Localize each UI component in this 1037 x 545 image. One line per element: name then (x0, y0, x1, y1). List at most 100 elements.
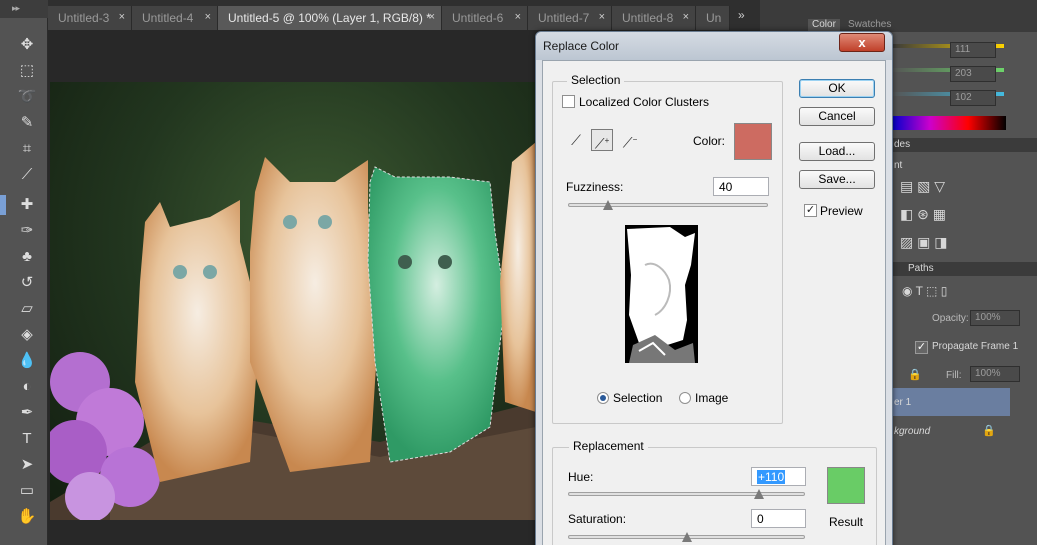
opacity-value[interactable]: 100% (970, 310, 1020, 326)
kittens-image (50, 142, 536, 520)
green-value[interactable]: 203 (950, 66, 996, 82)
tab-label: Untitled-7 (538, 11, 590, 25)
close-icon[interactable]: × (515, 11, 521, 23)
tab-label: Untitled-6 (452, 11, 504, 25)
move-tool-icon[interactable]: ✥ (14, 34, 40, 56)
image-view-radio[interactable] (679, 392, 691, 404)
lock-icon[interactable]: 🔒 (908, 368, 922, 381)
color-spectrum[interactable] (892, 116, 1006, 130)
tab-label: Untitled-8 (622, 11, 674, 25)
blue-value[interactable]: 102 (950, 90, 996, 106)
image-view-label: Image (695, 391, 729, 405)
selection-color-swatch[interactable] (734, 123, 772, 160)
fill-value[interactable]: 100% (970, 366, 1020, 382)
kittens-photo[interactable] (50, 82, 536, 520)
tab-paths[interactable]: Paths (908, 263, 934, 274)
crop-tool-icon[interactable]: ⌗ (14, 138, 40, 160)
fill-label: Fill: (946, 370, 962, 381)
marquee-tool-icon[interactable]: ⬚ (14, 60, 40, 82)
pen-tool-icon[interactable]: ✒ (14, 402, 40, 424)
replace-color-dialog: Replace Color x Selection Localized Colo… (535, 31, 893, 545)
close-icon[interactable]: × (205, 11, 211, 23)
brush-tool-icon[interactable]: ✑ (14, 220, 40, 242)
close-icon[interactable]: × (599, 11, 605, 23)
hue-slider-thumb[interactable] (754, 489, 765, 499)
blur-tool-icon[interactable]: 💧 (14, 350, 40, 372)
hue-input[interactable]: +110 (751, 467, 806, 486)
save-button[interactable]: Save... (799, 170, 875, 189)
red-value[interactable]: 111 (950, 42, 996, 58)
tab-untitled-7[interactable]: Untitled-7 × (528, 6, 612, 30)
fuzziness-slider-thumb[interactable] (603, 200, 613, 210)
selection-view-radio[interactable] (597, 392, 609, 404)
tools-panel: ▸▸ ✥ ⬚ ➰ ✎ ⌗ ⟋ ✚ ✑ ♣ ↺ ▱ ◈ 💧 ◐ ✒ T ➤ ▭ ✋ (0, 0, 48, 545)
load-button[interactable]: Load... (799, 142, 875, 161)
eraser-tool-icon[interactable]: ▱ (14, 298, 40, 320)
adjustment-icons-row2[interactable]: ◧ ⊛ ▦ (900, 206, 946, 223)
path-selection-tool-icon[interactable]: ➤ (14, 454, 40, 476)
adjustments-header (892, 138, 1037, 152)
lasso-tool-icon[interactable]: ➰ (14, 86, 40, 108)
tool-edge-marker (0, 195, 6, 215)
localized-color-clusters-checkbox[interactable] (562, 95, 575, 108)
color-label: Color: (693, 134, 726, 148)
history-brush-tool-icon[interactable]: ↺ (14, 272, 40, 294)
hue-label: Hue: (568, 470, 594, 484)
clone-stamp-tool-icon[interactable]: ♣ (14, 246, 40, 268)
quick-selection-tool-icon[interactable]: ✎ (14, 112, 40, 134)
selection-view-label: Selection (613, 391, 663, 405)
layer-filter-icons[interactable]: ◉ T ⬚ ▯ (902, 284, 947, 298)
saturation-slider-thumb[interactable] (681, 532, 692, 542)
dialog-titlebar[interactable]: Replace Color x (536, 32, 892, 60)
mask-image (625, 225, 698, 363)
tab-untitled-6[interactable]: Untitled-6 × (442, 6, 528, 30)
eyedropper-icon[interactable]: ⟋ (565, 129, 587, 151)
paint-bucket-tool-icon[interactable]: ◈ (14, 324, 40, 346)
hand-tool-icon[interactable]: ✋ (14, 506, 40, 528)
adjustment-icons-row3[interactable]: ▨ ▣ ◨ (900, 234, 947, 251)
close-icon[interactable]: × (119, 11, 125, 23)
fuzziness-input[interactable]: 40 (713, 177, 769, 196)
replacement-legend: Replacement (569, 439, 648, 453)
cancel-button[interactable]: Cancel (799, 107, 875, 126)
eyedropper-minus-icon[interactable]: ⟋− (619, 129, 641, 151)
close-icon[interactable]: × (429, 11, 435, 23)
preview-checkbox[interactable]: ✓ (804, 204, 817, 217)
color-panel-tabs (760, 18, 1037, 32)
tab-overflow-icon[interactable]: » (738, 8, 745, 22)
fuzziness-label: Fuzziness: (566, 180, 624, 194)
close-button[interactable]: x (839, 33, 885, 52)
spot-healing-tool-icon[interactable]: ✚ (14, 194, 40, 216)
eyedropper-plus-icon[interactable]: ⟋+ (591, 129, 613, 152)
tab-untitled-8[interactable]: Untitled-8 × (612, 6, 696, 30)
fuzziness-slider[interactable] (568, 203, 768, 207)
eyedropper-tool-icon[interactable]: ⟋ (14, 164, 40, 186)
adjustments-tab-partial[interactable]: des (894, 139, 910, 150)
dodge-tool-icon[interactable]: ◐ (14, 376, 40, 398)
adjustments-title-partial: nt (894, 160, 903, 171)
tab-untitled-4[interactable]: Untitled-4 × (132, 6, 218, 30)
result-color-swatch[interactable] (827, 467, 865, 504)
tab-untitled-5[interactable]: Untitled-5 @ 100% (Layer 1, RGB/8) * × (218, 6, 442, 30)
propagate-label: Propagate Frame 1 (932, 341, 1019, 352)
preview-label: Preview (820, 204, 863, 218)
tab-swatches[interactable]: Swatches (848, 19, 891, 30)
tab-label: Untitled-3 (58, 11, 110, 25)
hue-input-value: +110 (757, 470, 786, 484)
hue-slider[interactable] (568, 492, 805, 496)
localized-color-clusters-label: Localized Color Clusters (579, 95, 710, 109)
panel-dock-header (760, 0, 1037, 18)
tab-untitled-3[interactable]: Untitled-3 × (48, 6, 132, 30)
propagate-checkbox[interactable]: ✓ (915, 341, 928, 354)
tab-truncated[interactable]: Un (696, 6, 730, 30)
close-icon[interactable]: × (683, 11, 689, 23)
saturation-label: Saturation: (568, 512, 627, 526)
adjustment-icons-row1[interactable]: ▤ ▧ ▽ (900, 178, 945, 195)
rectangle-tool-icon[interactable]: ▭ (14, 480, 40, 502)
saturation-input[interactable]: 0 (751, 509, 806, 528)
tools-collapse-grip[interactable]: ▸▸ (0, 0, 48, 18)
ok-button[interactable]: OK (799, 79, 875, 98)
document-tabs: Untitled-3 × Untitled-4 × Untitled-5 @ 1… (48, 0, 760, 30)
selection-preview-mask (625, 225, 698, 363)
type-tool-icon[interactable]: T (14, 428, 40, 450)
